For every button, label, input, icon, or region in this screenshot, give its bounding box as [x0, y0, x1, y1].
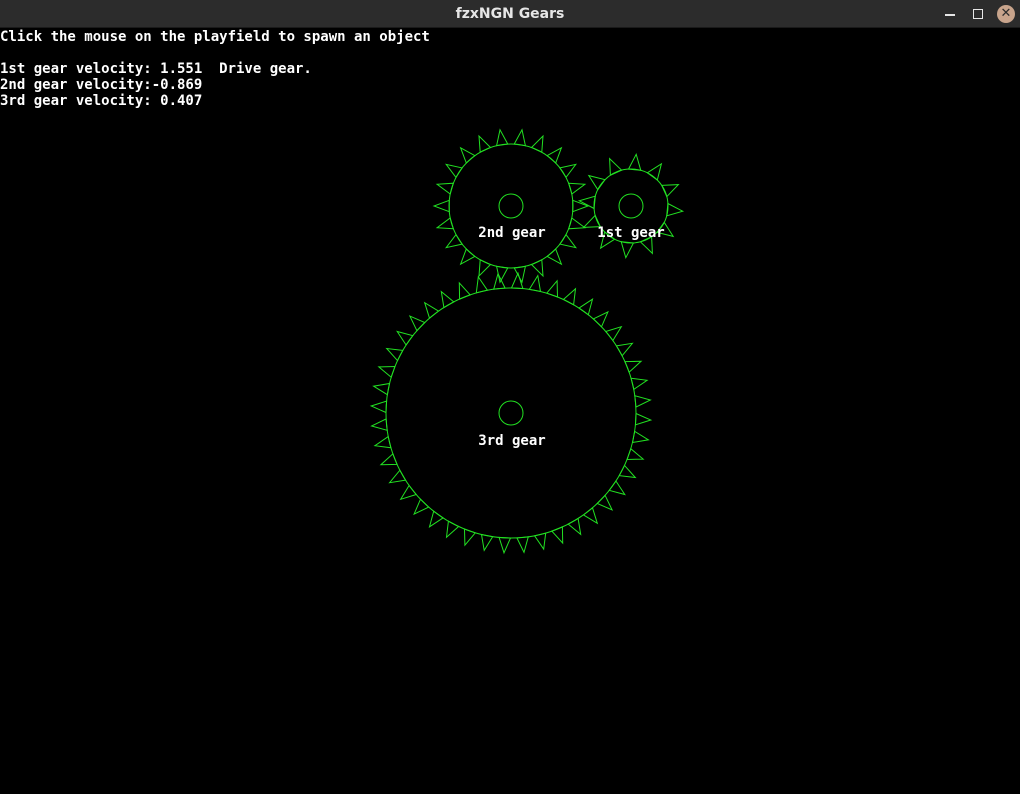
gear-3-tooth — [634, 412, 653, 426]
gear-2-tooth — [435, 217, 455, 230]
gear-3-tooth — [533, 532, 547, 551]
title-bar[interactable]: fzxNGN Gears ✕ — [0, 0, 1020, 28]
gear-3-tooth — [408, 315, 426, 332]
gear-2-tooth — [546, 248, 563, 266]
gear-2-tooth — [559, 233, 578, 249]
window-title: fzxNGN Gears — [455, 6, 565, 22]
gear-3-tooth — [445, 520, 460, 539]
gear-2-tooth — [478, 259, 492, 278]
gear-1-tooth — [627, 152, 642, 171]
gear-3-tooth — [634, 395, 652, 408]
gear-2-hub — [498, 193, 524, 219]
gear-1-label: 1st gear — [597, 225, 664, 241]
gear-3-tooth — [388, 469, 407, 484]
gear-3-tooth — [498, 536, 512, 555]
gear-3-tooth — [385, 347, 404, 362]
minimize-icon — [945, 14, 955, 16]
gear-2[interactable]: 2nd gear — [432, 128, 590, 284]
gear-2-tooth — [459, 248, 476, 266]
gear-3-tooth — [608, 480, 626, 496]
gear-3-tooth — [578, 298, 594, 316]
gear-3-tooth — [615, 342, 634, 357]
gear-2-tooth — [435, 182, 455, 195]
gear-3-tooth — [463, 528, 477, 547]
gear-1-hub — [618, 193, 644, 219]
gear-3-tooth — [379, 452, 398, 466]
gear-3-teeth — [369, 271, 653, 555]
gear-3-tooth — [626, 447, 645, 461]
gear-3-tooth — [592, 310, 609, 328]
gear-3-tooth — [396, 330, 414, 346]
gear-3[interactable]: 3rd gear — [369, 271, 653, 555]
gear-3-tooth — [369, 400, 388, 414]
gear-2-tooth — [572, 199, 590, 213]
gears-canvas: 1st gear 2nd gear 3rd gear — [369, 128, 685, 555]
gear-2-tooth — [495, 128, 509, 147]
maximize-button[interactable] — [968, 4, 988, 24]
gear-3-tooth — [618, 464, 637, 479]
gear-3-tooth — [370, 418, 388, 431]
maximize-icon — [973, 9, 983, 19]
gear-3-tooth — [545, 279, 559, 298]
gear-2-tooth — [559, 163, 578, 179]
playfield[interactable]: Click the mouse on the playfield to spaw… — [0, 28, 1020, 794]
gear-3-tooth — [516, 536, 529, 554]
gear-3-tooth — [458, 281, 472, 300]
gear-2-teeth — [432, 128, 590, 284]
gear-1-tooth — [666, 202, 685, 217]
gear-2-label: 2nd gear — [478, 225, 545, 241]
gear-3-label: 3rd gear — [478, 433, 545, 449]
close-icon: ✕ — [1000, 6, 1012, 21]
gear-3-tooth — [624, 360, 643, 374]
gear-1[interactable]: 1st gear — [577, 152, 685, 260]
gear-2-tooth — [444, 233, 463, 249]
gear-2-tooth — [530, 134, 544, 153]
gear-3-tooth — [630, 377, 649, 391]
gear-2-tooth — [567, 182, 587, 195]
gear-3-tooth — [377, 365, 396, 379]
gear-2-tooth — [567, 217, 587, 230]
gear-3-tooth — [475, 275, 489, 294]
gear-1-tooth — [660, 184, 680, 198]
gear-2-rim — [448, 143, 574, 269]
minimize-button[interactable] — [940, 4, 960, 24]
gear-2-tooth — [478, 134, 492, 153]
gear-3-tooth — [428, 510, 444, 528]
gear-2-tooth — [513, 128, 527, 147]
gear-3-tooth — [413, 498, 430, 516]
gear-3-tooth — [373, 435, 392, 449]
gear-3-hub — [498, 400, 524, 426]
gear-2-tooth — [432, 199, 450, 213]
gear-3-tooth — [567, 517, 582, 536]
gear-3-tooth — [440, 290, 455, 309]
gear-1-tooth — [609, 157, 623, 177]
gear-1-tooth — [620, 241, 635, 260]
gear-2-tooth — [546, 146, 563, 164]
gear-2-tooth — [459, 146, 476, 164]
gear-2-tooth — [444, 163, 463, 179]
gear-1-tooth — [587, 174, 606, 191]
close-button[interactable]: ✕ — [996, 4, 1016, 24]
app-window: fzxNGN Gears ✕ Click the mouse on the pl… — [0, 0, 1020, 794]
gear-1-teeth — [577, 152, 685, 260]
gear-3-tooth — [550, 526, 564, 545]
gear-3-tooth — [562, 287, 577, 306]
gear-2-tooth — [530, 259, 544, 278]
gear-3-tooth — [596, 494, 614, 511]
gear-3-rim — [385, 287, 637, 539]
gear-1-tooth — [646, 162, 663, 181]
